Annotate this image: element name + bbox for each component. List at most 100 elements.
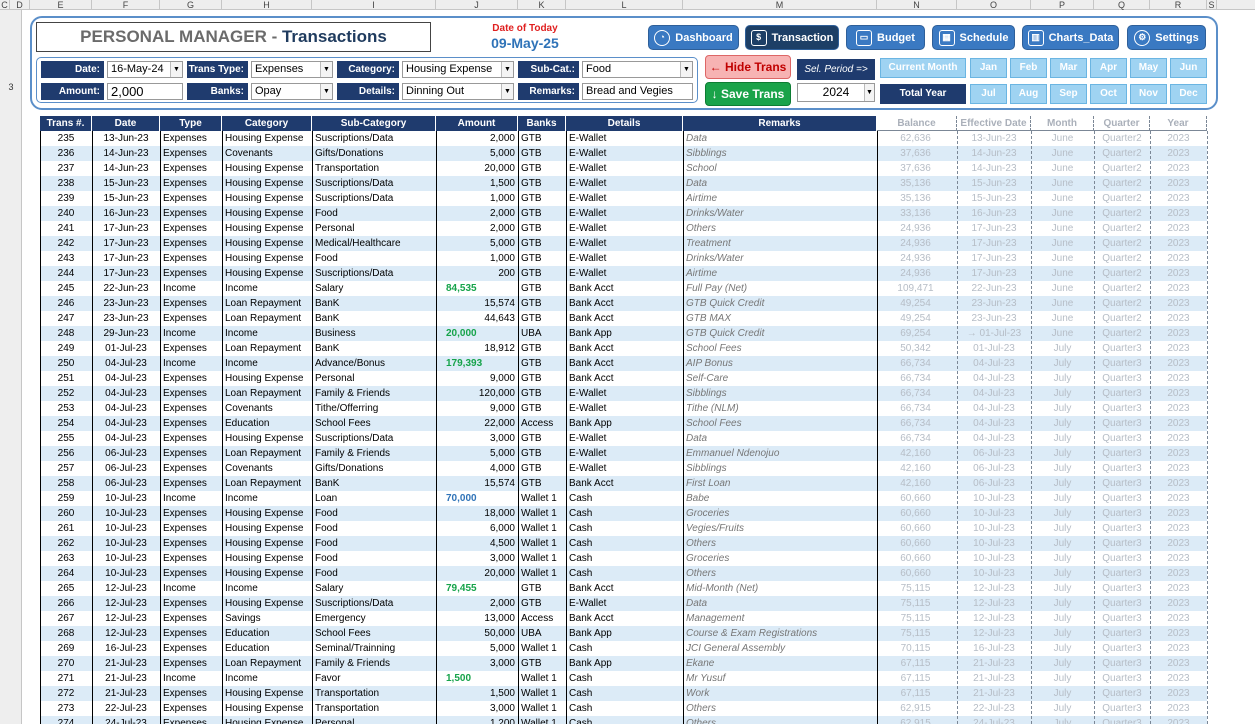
cell-category[interactable]: Housing Expense — [222, 536, 312, 551]
cell-effective-date[interactable]: 15-Jun-23 — [957, 191, 1031, 206]
cell-category[interactable]: Covenants — [222, 401, 312, 416]
cell-details[interactable]: Cash — [566, 701, 683, 716]
cell-sub-category[interactable]: Tithe/Offerring — [312, 401, 436, 416]
cell-sub-category[interactable]: Gifts/Donations — [312, 461, 436, 476]
cell-details[interactable]: Cash — [566, 671, 683, 686]
cell-month[interactable]: July — [1031, 476, 1094, 491]
table-row[interactable]: 269 16-Jul-23 Expenses Education Seminal/Tra… — [0, 641, 1255, 656]
table-row[interactable]: 271 21-Jul-23 Income Income Favor 1,500 Wallet… — [0, 671, 1255, 686]
table-row[interactable]: 268 12-Jul-23 Expenses Education School Fees… — [0, 626, 1255, 641]
table-row[interactable]: 273 22-Jul-23 Expenses Housing Expense Trans… — [0, 701, 1255, 716]
cell-month[interactable]: June — [1031, 131, 1094, 146]
cell-balance[interactable]: 69,254 — [877, 326, 957, 341]
cell-remarks[interactable]: Vegies/Fruits — [683, 521, 877, 536]
cell-category[interactable]: Housing Expense — [222, 551, 312, 566]
table-row[interactable]: 247 23-Jun-23 Expenses Loan Repayment BanK 44… — [0, 311, 1255, 326]
cell-quarter[interactable]: Quarter3 — [1094, 626, 1150, 641]
cell-month[interactable]: July — [1031, 686, 1094, 701]
cell-remarks[interactable]: School Fees — [683, 416, 877, 431]
cell-remarks[interactable]: Data — [683, 596, 877, 611]
cell-quarter[interactable]: Quarter3 — [1094, 401, 1150, 416]
cell-year[interactable]: 2023 — [1150, 626, 1207, 641]
cell-details[interactable]: E-Wallet — [566, 596, 683, 611]
cell-trans-no[interactable]: 245 — [40, 281, 92, 296]
table-row[interactable]: 249 01-Jul-23 Expenses Loan Repayment BanK 18… — [0, 341, 1255, 356]
cell-amount[interactable]: 1,200 — [436, 716, 518, 724]
cell-type[interactable]: Expenses — [160, 431, 222, 446]
cell-category[interactable]: Housing Expense — [222, 236, 312, 251]
month-button-may[interactable]: May — [1130, 58, 1167, 78]
cell-amount[interactable]: 50,000 — [436, 626, 518, 641]
cell-type[interactable]: Expenses — [160, 386, 222, 401]
cell-bank[interactable]: GTB — [518, 371, 566, 386]
cell-amount[interactable]: 15,574 — [436, 476, 518, 491]
hide-trans-button[interactable]: ← Hide Trans — [705, 55, 791, 79]
cell-year[interactable]: 2023 — [1150, 506, 1207, 521]
cell-details[interactable]: E-Wallet — [566, 401, 683, 416]
cell-date[interactable]: 24-Jul-23 — [92, 716, 160, 724]
cell-trans-no[interactable]: 273 — [40, 701, 92, 716]
cell-sub-category[interactable]: Family & Friends — [312, 386, 436, 401]
cell-details[interactable]: Cash — [566, 506, 683, 521]
cell-quarter[interactable]: Quarter2 — [1094, 176, 1150, 191]
cell-balance[interactable]: 35,136 — [877, 191, 957, 206]
cell-balance[interactable]: 75,115 — [877, 611, 957, 626]
cell-trans-no[interactable]: 237 — [40, 161, 92, 176]
cell-date[interactable]: 22-Jun-23 — [92, 281, 160, 296]
cell-trans-no[interactable]: 259 — [40, 491, 92, 506]
cell-bank[interactable]: GTB — [518, 206, 566, 221]
cell-bank[interactable]: Wallet 1 — [518, 716, 566, 724]
col-header-balance[interactable]: Balance — [877, 116, 957, 131]
cell-date[interactable]: 12-Jul-23 — [92, 596, 160, 611]
cell-amount[interactable]: 20,000 — [436, 161, 518, 176]
cell-effective-date[interactable]: 04-Jul-23 — [957, 371, 1031, 386]
nav-charts-data-button[interactable]: ▥ Charts_Data — [1022, 25, 1119, 50]
cell-trans-no[interactable]: 235 — [40, 131, 92, 146]
cell-remarks[interactable]: JCI General Assembly — [683, 641, 877, 656]
cell-month[interactable]: June — [1031, 281, 1094, 296]
cell-details[interactable]: E-Wallet — [566, 146, 683, 161]
cell-effective-date[interactable]: 22-Jun-23 — [957, 281, 1031, 296]
cell-sub-category[interactable]: School Fees — [312, 416, 436, 431]
cell-details[interactable]: Cash — [566, 641, 683, 656]
cell-bank[interactable]: UBA — [518, 326, 566, 341]
cell-category[interactable]: Housing Expense — [222, 566, 312, 581]
cell-month[interactable]: July — [1031, 416, 1094, 431]
cell-remarks[interactable]: Drinks/Water — [683, 251, 877, 266]
cell-effective-date[interactable]: 14-Jun-23 — [957, 146, 1031, 161]
cell-effective-date[interactable]: 17-Jun-23 — [957, 236, 1031, 251]
cell-date[interactable]: 04-Jul-23 — [92, 416, 160, 431]
cell-category[interactable]: Income — [222, 356, 312, 371]
column-letter[interactable]: F — [92, 0, 160, 10]
cell-year[interactable]: 2023 — [1150, 461, 1207, 476]
cell-details[interactable]: Cash — [566, 521, 683, 536]
cell-quarter[interactable]: Quarter2 — [1094, 311, 1150, 326]
cell-month[interactable]: June — [1031, 161, 1094, 176]
cell-effective-date[interactable]: 12-Jul-23 — [957, 581, 1031, 596]
cell-type[interactable]: Expenses — [160, 656, 222, 671]
cell-category[interactable]: Loan Repayment — [222, 386, 312, 401]
cell-type[interactable]: Expenses — [160, 161, 222, 176]
cell-balance[interactable]: 24,936 — [877, 236, 957, 251]
cell-balance[interactable]: 67,115 — [877, 671, 957, 686]
cell-month[interactable]: July — [1031, 701, 1094, 716]
cell-trans-no[interactable]: 248 — [40, 326, 92, 341]
year-select[interactable]: 2024 ▼ — [797, 83, 875, 102]
month-button-mar[interactable]: Mar — [1050, 58, 1087, 78]
cell-bank[interactable]: GTB — [518, 191, 566, 206]
cell-quarter[interactable]: Quarter2 — [1094, 296, 1150, 311]
cell-remarks[interactable]: Ekane — [683, 656, 877, 671]
cell-type[interactable]: Expenses — [160, 401, 222, 416]
cell-details[interactable]: Bank Acct — [566, 281, 683, 296]
cell-balance[interactable]: 66,734 — [877, 416, 957, 431]
cell-details[interactable]: E-Wallet — [566, 206, 683, 221]
col-header-year[interactable]: Year — [1150, 116, 1207, 131]
cell-balance[interactable]: 42,160 — [877, 446, 957, 461]
cell-date[interactable]: 16-Jul-23 — [92, 641, 160, 656]
cell-effective-date[interactable]: 24-Jul-23 — [957, 716, 1031, 724]
table-row[interactable]: 236 14-Jun-23 Expenses Covenants Gifts/Donat… — [0, 146, 1255, 161]
column-letter[interactable]: G — [160, 0, 222, 10]
cell-date[interactable]: 15-Jun-23 — [92, 191, 160, 206]
cell-date[interactable]: 16-Jun-23 — [92, 206, 160, 221]
cell-month[interactable]: July — [1031, 566, 1094, 581]
